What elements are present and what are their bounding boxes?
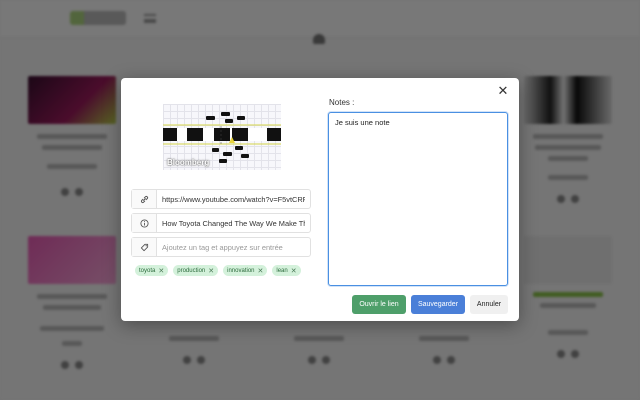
tag-label: production xyxy=(177,267,206,274)
cancel-button[interactable]: Annuler xyxy=(470,295,508,314)
title-input[interactable] xyxy=(157,214,310,232)
tag-list: toyota ✕ production ✕ innovation ✕ lean … xyxy=(135,265,301,276)
close-icon[interactable]: ✕ xyxy=(496,84,510,98)
url-input[interactable] xyxy=(157,190,310,208)
remove-tag-icon[interactable]: ✕ xyxy=(208,267,214,275)
edit-bookmark-modal: ✕ Bloomberg https://www.youtube.com/watc… xyxy=(121,78,519,321)
save-button[interactable]: Sauvegarder xyxy=(411,295,465,314)
video-thumbnail: Bloomberg xyxy=(163,104,281,170)
url-field xyxy=(131,189,311,209)
tag-label: innovation xyxy=(227,267,255,274)
tag-label: toyota xyxy=(139,267,156,274)
tag-label: lean xyxy=(276,267,288,274)
open-link-button[interactable]: Ouvrir le lien xyxy=(352,295,406,314)
remove-tag-icon[interactable]: ✕ xyxy=(291,267,297,275)
title-field xyxy=(131,213,311,233)
tag-chip: production ✕ xyxy=(173,265,219,276)
tag-icon xyxy=(132,238,157,256)
info-icon xyxy=(132,214,157,232)
tag-input[interactable] xyxy=(157,238,310,256)
notes-label: Notes : xyxy=(329,98,355,107)
remove-tag-icon[interactable]: ✕ xyxy=(158,267,164,275)
remove-tag-icon[interactable]: ✕ xyxy=(258,267,264,275)
tag-chip: innovation ✕ xyxy=(223,265,268,276)
link-icon xyxy=(132,190,157,208)
tag-chip: lean ✕ xyxy=(272,265,301,276)
notes-textarea[interactable]: Je suis une note xyxy=(328,112,508,286)
tag-chip: toyota ✕ xyxy=(135,265,169,276)
tag-field xyxy=(131,237,311,257)
thumbnail-watermark: Bloomberg xyxy=(167,158,210,167)
